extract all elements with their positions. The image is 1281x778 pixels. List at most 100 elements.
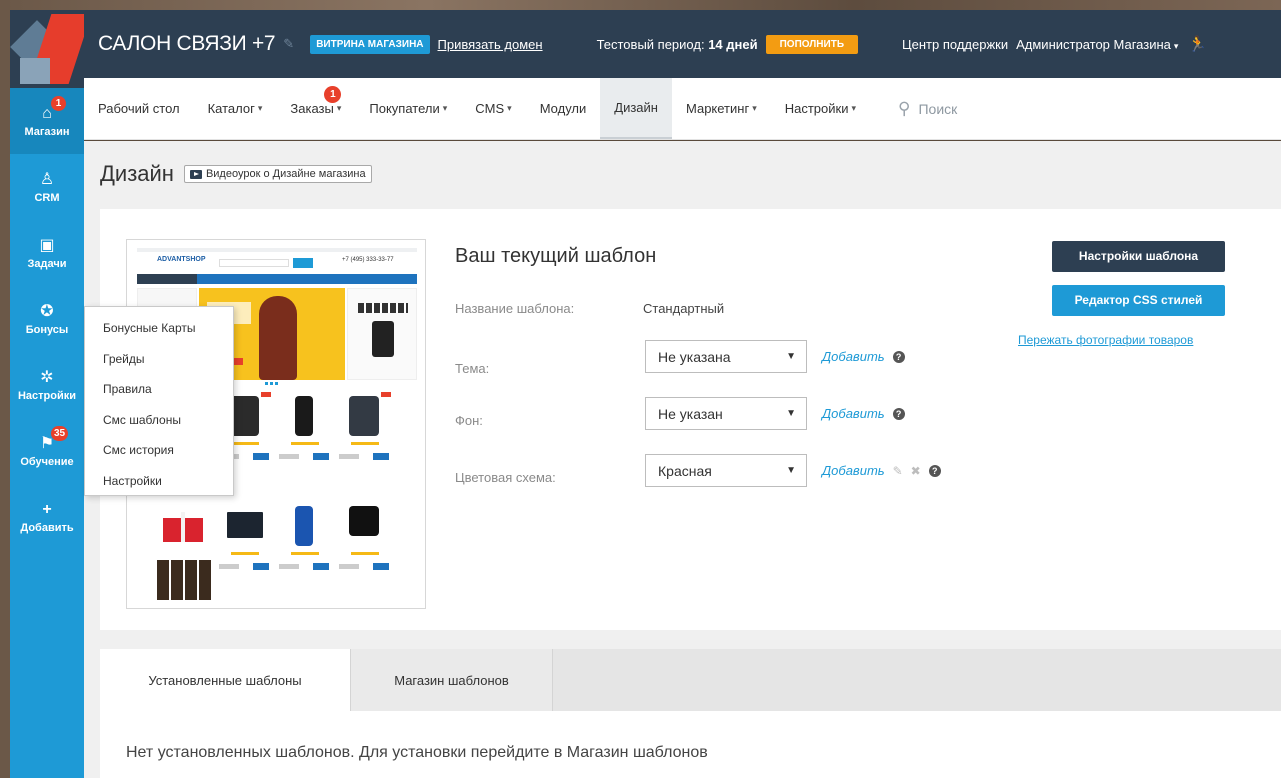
menu-item-sms-templates[interactable]: Смс шаблоны — [85, 405, 233, 436]
sidebar-item-label: Настройки — [17, 389, 77, 402]
preview-product-stars — [351, 552, 379, 555]
orders-badge: 1 — [324, 86, 342, 103]
tab-template-store[interactable]: Магазин шаблонов — [350, 649, 553, 711]
preview-product-buy — [313, 563, 329, 570]
preview-product-buy — [253, 563, 269, 570]
sidebar-item-crm[interactable]: ♙ CRM — [10, 154, 84, 220]
sidebar-item-learning[interactable]: ⚑ 35 Обучение — [10, 418, 84, 484]
storefront-button[interactable]: ВИТРИНА МАГАЗИНА — [310, 34, 430, 54]
sidebar-item-add[interactable]: + Добавить — [10, 484, 84, 550]
chevron-down-icon: ▾ — [442, 103, 448, 113]
app-logo[interactable] — [10, 10, 84, 88]
tab-installed-templates[interactable]: Установленные шаблоны — [100, 649, 350, 711]
nav-label: CMS — [475, 101, 505, 116]
dropdown-arrow-icon: ▼ — [786, 408, 796, 419]
video-tutorial-button[interactable]: Видеоурок о Дизайне магазина — [183, 165, 372, 183]
recompress-photos-link[interactable]: Пережать фотографии товаров — [1018, 333, 1193, 347]
menu-item-grades[interactable]: Грейды — [85, 344, 233, 375]
preview-side-promo — [347, 288, 417, 380]
bonus-icon: ✪ — [40, 302, 54, 320]
color-scheme-select[interactable]: Красная ▼ — [645, 454, 807, 487]
tasks-icon: ▣ — [39, 236, 55, 254]
preview-timer — [358, 303, 408, 313]
sidebar-item-label: Обучение — [20, 455, 74, 468]
nav-item-modules[interactable]: Модули — [526, 78, 601, 139]
search-input[interactable]: ⚲ Поиск — [898, 78, 957, 139]
sidebar-item-settings[interactable]: ✲ Настройки — [10, 352, 84, 418]
preview-product — [337, 502, 393, 582]
preview-product-buy — [313, 453, 329, 460]
runner-icon[interactable]: 🏃 — [1188, 35, 1207, 53]
nav-label: Покупатели — [369, 101, 440, 116]
main-nav: Рабочий стол Каталог ▾ Заказы ▾ 1 Покупател… — [84, 78, 1281, 140]
preview-product-image — [227, 512, 263, 538]
sidebar-item-label: CRM — [34, 191, 60, 204]
preview-search-button — [293, 258, 313, 268]
css-editor-button[interactable]: Редактор CSS стилей — [1052, 285, 1225, 316]
nav-item-orders[interactable]: Заказы ▾ 1 — [276, 78, 355, 139]
close-icon[interactable]: ✖ — [911, 464, 921, 478]
help-icon[interactable]: ? — [892, 407, 905, 420]
window-frame-left — [0, 0, 10, 778]
preview-product-image — [349, 506, 379, 536]
add-link-label: Добавить — [822, 406, 885, 421]
nav-item-marketing[interactable]: Маркетинг ▾ — [672, 78, 771, 139]
preview-product-stars — [291, 552, 319, 555]
menu-item-sms-history[interactable]: Смс история — [85, 435, 233, 466]
help-icon[interactable]: ? — [928, 464, 941, 477]
preview-product — [337, 392, 393, 472]
admin-name: Администратор Магазина — [1016, 36, 1171, 52]
pencil-icon[interactable]: ✎ — [893, 464, 903, 478]
theme-selected-value: Не указана — [658, 348, 731, 365]
window-frame-top — [0, 0, 1281, 10]
sidebar-item-label: Бонусы — [25, 323, 69, 336]
menu-item-rules[interactable]: Правила — [85, 374, 233, 405]
preview-product-stars — [231, 552, 259, 555]
background-select[interactable]: Не указан ▼ — [645, 397, 807, 430]
preview-topbar — [137, 248, 417, 252]
nav-item-customers[interactable]: Покупатели ▾ — [355, 78, 461, 139]
bonus-dropdown-menu: Бонусные Карты Грейды Правила Смс шаблон… — [84, 306, 234, 496]
preview-product-stars — [291, 442, 319, 445]
support-link[interactable]: Центр поддержки — [902, 37, 1008, 52]
theme-add-link[interactable]: Добавить? — [822, 349, 905, 364]
add-link-label: Добавить — [822, 349, 885, 364]
trial-period: Тестовый период: 14 дней — [597, 37, 758, 52]
logo-shape — [20, 58, 50, 84]
site-title: САЛОН СВЯЗИ +7 — [98, 32, 276, 55]
color-scheme-selected-value: Красная — [658, 462, 712, 479]
dropdown-arrow-icon: ▼ — [786, 351, 796, 362]
menu-item-bonus-cards[interactable]: Бонусные Карты — [85, 313, 233, 344]
preview-product-image — [295, 506, 313, 546]
pencil-icon[interactable]: ✎ — [283, 36, 294, 52]
preview-product-image — [349, 396, 379, 436]
play-icon — [189, 169, 202, 179]
sidebar-item-store[interactable]: ⌂ 1 Магазин — [10, 88, 84, 154]
plus-icon: + — [42, 500, 52, 518]
color-scheme-add-link[interactable]: Добавить ✎ ✖? — [822, 463, 941, 478]
nav-item-dashboard[interactable]: Рабочий стол — [84, 78, 194, 139]
sidebar-item-bonus[interactable]: ✪ Бонусы — [10, 286, 84, 352]
preview-logo: ADVANTSHOP — [157, 256, 206, 263]
nav-item-settings[interactable]: Настройки ▾ — [771, 78, 870, 139]
nav-item-design[interactable]: Дизайн — [600, 78, 672, 139]
template-settings-button[interactable]: Настройки шаблона — [1052, 241, 1225, 272]
theme-select[interactable]: Не указана ▼ — [645, 340, 807, 373]
template-name-value: Стандартный — [643, 301, 725, 316]
help-icon[interactable]: ? — [892, 350, 905, 363]
preview-phone-image — [372, 321, 394, 357]
preview-product-label — [261, 392, 271, 397]
topup-button[interactable]: ПОПОЛНИТЬ — [765, 34, 859, 54]
bind-domain-link[interactable]: Привязать домен — [438, 37, 543, 52]
preview-product — [277, 502, 333, 582]
current-template-card: ADVANTSHOP +7 (495) 333-33-77 Ваш текущи… — [100, 209, 1281, 630]
admin-menu[interactable]: Администратор Магазина ▾ — [1016, 37, 1178, 52]
nav-item-cms[interactable]: CMS ▾ — [461, 78, 525, 139]
background-add-link[interactable]: Добавить? — [822, 406, 905, 421]
nav-item-catalog[interactable]: Каталог ▾ — [194, 78, 277, 139]
preview-product-buy — [253, 453, 269, 460]
menu-item-settings[interactable]: Настройки — [85, 466, 233, 497]
sidebar-item-tasks[interactable]: ▣ Задачи — [10, 220, 84, 286]
preview-product — [217, 502, 273, 582]
template-name-label: Название шаблона: — [455, 301, 575, 316]
